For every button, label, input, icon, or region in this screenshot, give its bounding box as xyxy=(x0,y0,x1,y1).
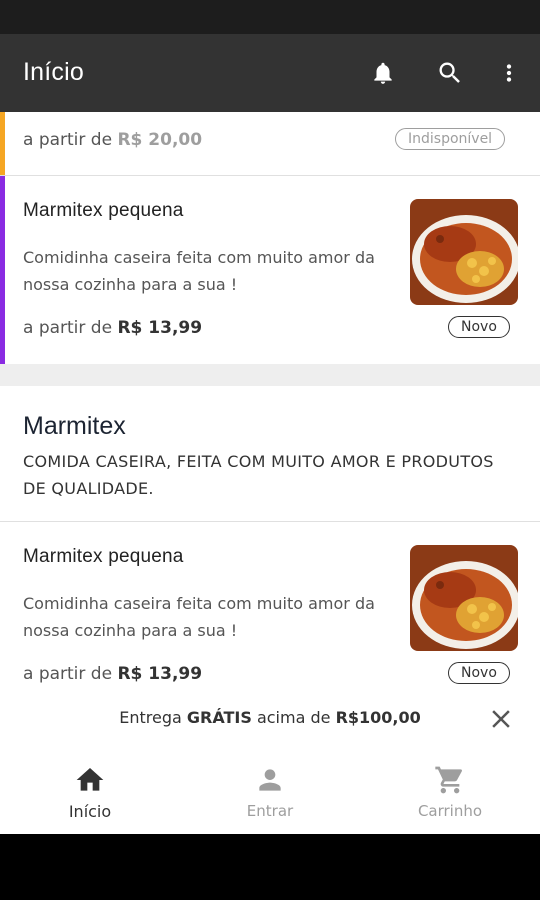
item-price: a partir de R$ 13,99 xyxy=(23,318,203,338)
cart-icon xyxy=(434,764,466,796)
status-bar xyxy=(0,0,540,34)
item-accent-bar xyxy=(0,176,5,364)
nav-label: Início xyxy=(68,802,112,821)
category-description: COMIDA CASEIRA, FEITA COM MUITO AMOR E P… xyxy=(23,452,494,498)
item-title: Marmitex pequena xyxy=(23,200,184,221)
item-description: Comidinha caseira feita com muito amor d… xyxy=(23,594,375,640)
app-bar: Início xyxy=(0,34,540,112)
bell-icon[interactable] xyxy=(366,56,400,90)
system-nav-bar xyxy=(0,834,540,900)
item-description: Comidinha caseira feita com muito amor d… xyxy=(23,248,375,294)
bottom-navigation: Início Entrar Carrinho xyxy=(0,748,540,834)
new-badge: Novo xyxy=(448,316,510,338)
menu-list: a partir de R$ 20,00 Indisponível Marmit… xyxy=(0,112,540,747)
item-price: a partir de R$ 13,99 xyxy=(23,664,203,684)
nav-label: Entrar xyxy=(246,802,294,820)
home-icon xyxy=(74,764,106,796)
search-icon[interactable] xyxy=(433,56,467,90)
item-image xyxy=(410,545,518,651)
item-price: a partir de R$ 20,00 xyxy=(23,130,203,150)
nav-label: Carrinho xyxy=(417,802,483,820)
person-icon xyxy=(254,764,286,796)
list-item[interactable]: Marmitex pequena Comidinha caseira feita… xyxy=(0,176,540,364)
unavailable-badge: Indisponível xyxy=(395,128,506,150)
close-icon[interactable] xyxy=(486,704,516,734)
category-title: Marmitex xyxy=(23,412,126,440)
page-title: Início xyxy=(23,58,84,86)
nav-item-home[interactable]: Início xyxy=(0,748,180,834)
promo-text: Entrega GRÁTIS acima de R$100,00 xyxy=(119,708,421,727)
more-vert-icon[interactable] xyxy=(492,56,526,90)
category-header: Marmitex COMIDA CASEIRA, FEITA COM MUITO… xyxy=(0,386,540,520)
nav-item-cart[interactable]: Carrinho xyxy=(360,748,540,834)
item-image xyxy=(410,199,518,305)
item-accent-bar xyxy=(0,112,5,175)
section-gap xyxy=(0,364,540,386)
list-item[interactable]: a partir de R$ 20,00 Indisponível xyxy=(0,112,540,175)
nav-item-login[interactable]: Entrar xyxy=(180,748,360,834)
item-title: Marmitex pequena xyxy=(23,546,184,567)
new-badge: Novo xyxy=(448,662,510,684)
free-delivery-banner: Entrega GRÁTIS acima de R$100,00 xyxy=(0,688,540,748)
